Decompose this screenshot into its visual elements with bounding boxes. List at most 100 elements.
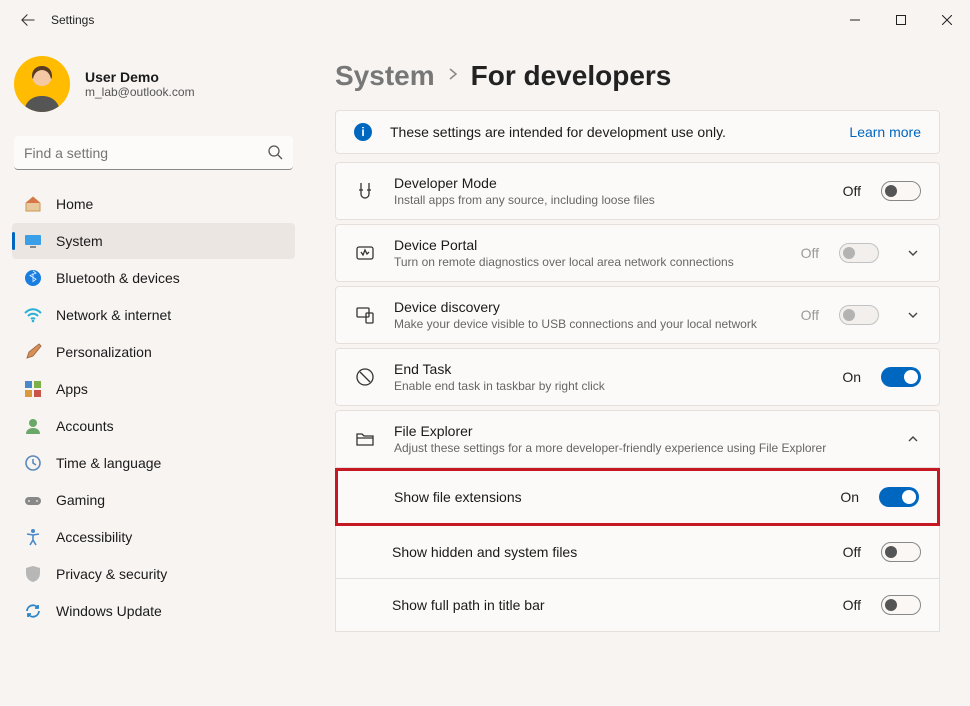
toggle-state: Off bbox=[801, 245, 819, 261]
brush-icon bbox=[24, 343, 42, 361]
toggle-state: Off bbox=[801, 307, 819, 323]
home-icon bbox=[24, 195, 42, 213]
show-full-path-toggle[interactable] bbox=[881, 595, 921, 615]
info-banner: i These settings are intended for develo… bbox=[335, 110, 940, 154]
row-file-explorer[interactable]: File Explorer Adjust these settings for … bbox=[335, 410, 940, 468]
developer-mode-toggle[interactable] bbox=[881, 181, 921, 201]
row-title: Show hidden and system files bbox=[392, 544, 825, 560]
search-input[interactable] bbox=[14, 136, 293, 170]
gamepad-icon bbox=[24, 491, 42, 509]
person-icon bbox=[24, 417, 42, 435]
minimize-button[interactable] bbox=[832, 0, 878, 40]
nav-label: Privacy & security bbox=[56, 566, 167, 582]
main-content: System For developers i These settings a… bbox=[305, 40, 970, 706]
nav-label: Personalization bbox=[56, 344, 152, 360]
row-device-portal[interactable]: Device Portal Turn on remote diagnostics… bbox=[335, 224, 940, 282]
nav-privacy[interactable]: Privacy & security bbox=[12, 556, 295, 592]
row-title: Show full path in title bar bbox=[392, 597, 825, 613]
nav-label: Network & internet bbox=[56, 307, 171, 323]
nav-label: Home bbox=[56, 196, 93, 212]
accessibility-icon bbox=[24, 528, 42, 546]
maximize-button[interactable] bbox=[878, 0, 924, 40]
row-subtitle: Turn on remote diagnostics over local ar… bbox=[394, 255, 783, 269]
back-button[interactable] bbox=[20, 12, 36, 28]
toggle-state: On bbox=[840, 489, 859, 505]
bluetooth-icon bbox=[24, 269, 42, 287]
nav-gaming[interactable]: Gaming bbox=[12, 482, 295, 518]
nav-network[interactable]: Network & internet bbox=[12, 297, 295, 333]
nav-bluetooth[interactable]: Bluetooth & devices bbox=[12, 260, 295, 296]
apps-icon bbox=[24, 380, 42, 398]
developer-mode-icon bbox=[354, 180, 376, 202]
nav-apps[interactable]: Apps bbox=[12, 371, 295, 407]
toggle-state: On bbox=[842, 369, 861, 385]
row-subtitle: Adjust these settings for a more develop… bbox=[394, 441, 879, 455]
search-field[interactable] bbox=[14, 136, 293, 170]
toggle-state: Off bbox=[843, 597, 861, 613]
nav-label: Accounts bbox=[56, 418, 114, 434]
show-file-extensions-toggle[interactable] bbox=[879, 487, 919, 507]
row-device-discovery[interactable]: Device discovery Make your device visibl… bbox=[335, 286, 940, 344]
chevron-down-icon[interactable] bbox=[905, 309, 921, 321]
toggle-state: Off bbox=[843, 544, 861, 560]
nav-accessibility[interactable]: Accessibility bbox=[12, 519, 295, 555]
user-email: m_lab@outlook.com bbox=[85, 85, 195, 99]
clock-icon bbox=[24, 454, 42, 472]
row-subtitle: Install apps from any source, including … bbox=[394, 193, 825, 207]
row-developer-mode[interactable]: Developer Mode Install apps from any sou… bbox=[335, 162, 940, 220]
row-subtitle: Make your device visible to USB connecti… bbox=[394, 317, 783, 331]
end-task-toggle[interactable] bbox=[881, 367, 921, 387]
row-show-file-extensions[interactable]: Show file extensions On bbox=[335, 468, 940, 526]
nav-label: Accessibility bbox=[56, 529, 132, 545]
breadcrumb: System For developers bbox=[335, 60, 940, 92]
nav-home[interactable]: Home bbox=[12, 186, 295, 222]
breadcrumb-parent[interactable]: System bbox=[335, 60, 435, 92]
close-button[interactable] bbox=[924, 0, 970, 40]
shield-icon bbox=[24, 565, 42, 583]
chevron-down-icon[interactable] bbox=[905, 247, 921, 259]
user-header[interactable]: User Demo m_lab@outlook.com bbox=[12, 50, 295, 124]
nav-list: Home System Bluetooth & devices Network … bbox=[12, 186, 295, 629]
nav-label: System bbox=[56, 233, 103, 249]
show-hidden-files-toggle[interactable] bbox=[881, 542, 921, 562]
device-portal-icon bbox=[354, 242, 376, 264]
row-title: Developer Mode bbox=[394, 175, 825, 191]
row-title: Show file extensions bbox=[394, 489, 822, 505]
avatar bbox=[14, 56, 70, 112]
nav-label: Time & language bbox=[56, 455, 161, 471]
nav-label: Gaming bbox=[56, 492, 105, 508]
folder-icon bbox=[354, 428, 376, 450]
user-name: User Demo bbox=[85, 69, 195, 85]
row-title: End Task bbox=[394, 361, 824, 377]
nav-label: Bluetooth & devices bbox=[56, 270, 180, 286]
row-end-task[interactable]: End Task Enable end task in taskbar by r… bbox=[335, 348, 940, 406]
breadcrumb-current: For developers bbox=[471, 60, 672, 92]
chevron-right-icon bbox=[447, 67, 459, 85]
chevron-up-icon[interactable] bbox=[905, 433, 921, 445]
nav-system[interactable]: System bbox=[12, 223, 295, 259]
device-portal-toggle bbox=[839, 243, 879, 263]
nav-windows-update[interactable]: Windows Update bbox=[12, 593, 295, 629]
nav-label: Windows Update bbox=[56, 603, 162, 619]
nav-time-language[interactable]: Time & language bbox=[12, 445, 295, 481]
nav-personalization[interactable]: Personalization bbox=[12, 334, 295, 370]
device-discovery-icon bbox=[354, 304, 376, 326]
update-icon bbox=[24, 602, 42, 620]
wifi-icon bbox=[24, 306, 42, 324]
device-discovery-toggle bbox=[839, 305, 879, 325]
nav-accounts[interactable]: Accounts bbox=[12, 408, 295, 444]
toggle-state: Off bbox=[843, 183, 861, 199]
info-icon: i bbox=[354, 123, 372, 141]
learn-more-link[interactable]: Learn more bbox=[849, 124, 921, 140]
sidebar: User Demo m_lab@outlook.com Home System … bbox=[0, 40, 305, 706]
row-show-full-path[interactable]: Show full path in title bar Off bbox=[335, 579, 940, 632]
banner-text: These settings are intended for developm… bbox=[390, 124, 831, 140]
titlebar: Settings bbox=[0, 0, 970, 40]
nav-label: Apps bbox=[56, 381, 88, 397]
row-subtitle: Enable end task in taskbar by right clic… bbox=[394, 379, 824, 393]
end-task-icon bbox=[354, 366, 376, 388]
row-show-hidden-files[interactable]: Show hidden and system files Off bbox=[335, 526, 940, 579]
search-icon bbox=[267, 144, 283, 165]
system-icon bbox=[24, 232, 42, 250]
row-title: File Explorer bbox=[394, 423, 879, 439]
